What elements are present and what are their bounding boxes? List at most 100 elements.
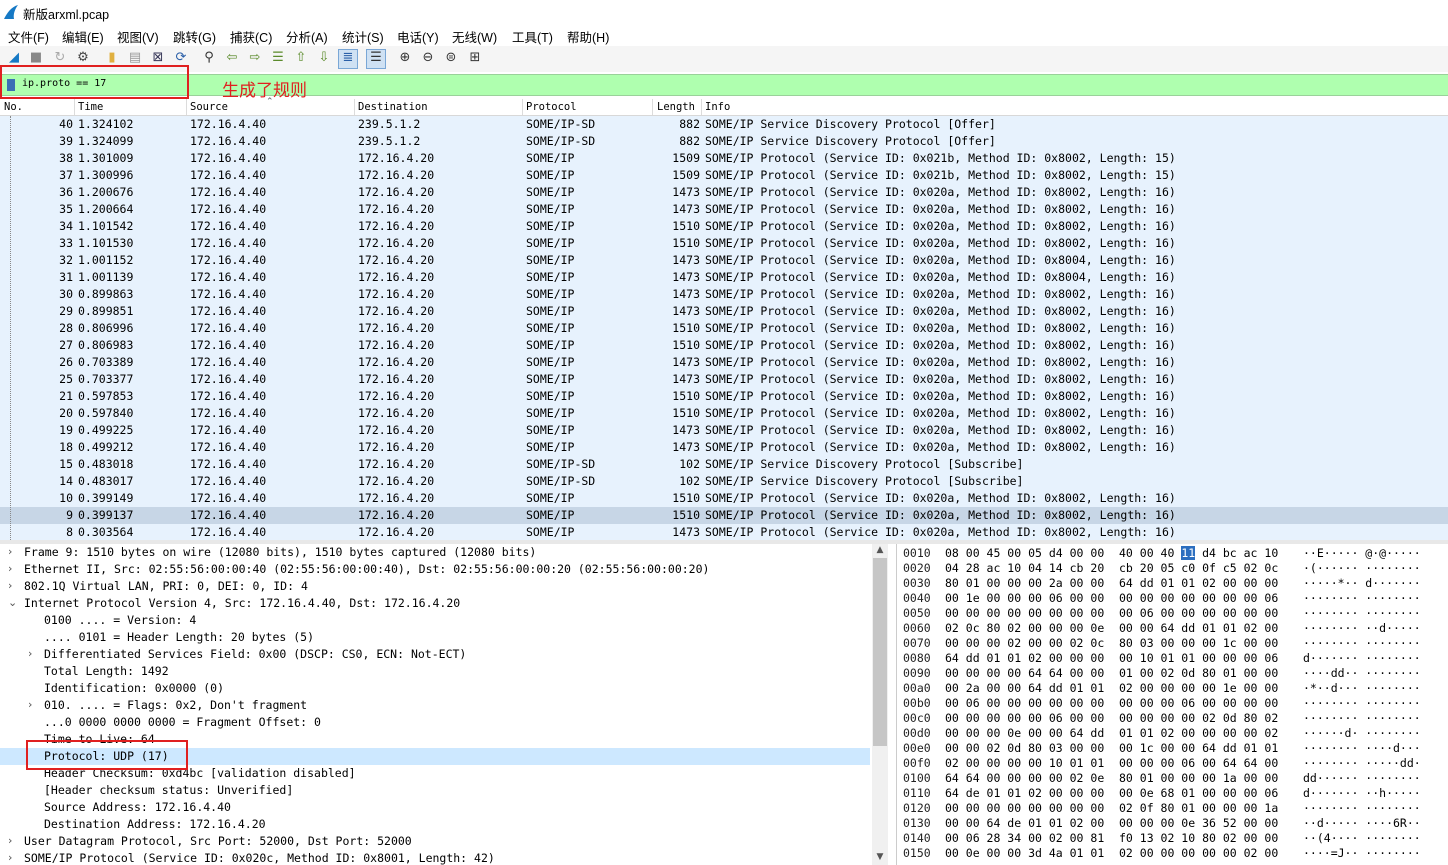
packet-row[interactable]: 15 0.483018 172.16.4.40 172.16.4.20 SOME/IP-… — [0, 456, 1448, 473]
packet-row[interactable]: 21 0.597853 172.16.4.40 172.16.4.20 SOME/IP 1… — [0, 388, 1448, 405]
packet-row[interactable]: 38 1.301009 172.16.4.40 172.16.4.20 SOME/IP 1… — [0, 150, 1448, 167]
details-scrollbar-thumb[interactable] — [873, 558, 887, 746]
packet-row[interactable]: 37 1.300996 172.16.4.40 172.16.4.20 SOME/IP 1… — [0, 167, 1448, 184]
detail-row[interactable]: Destination Address: 172.16.4.20 — [0, 816, 870, 833]
detail-row[interactable]: › Ethernet II, Src: 02:55:56:00:00:40 (02… — [0, 561, 870, 578]
scroll-down-icon[interactable]: ▼ — [872, 852, 888, 864]
collapsed-chevron-icon[interactable]: › — [8, 834, 20, 847]
packet-details-pane[interactable]: › Frame 9: 1510 bytes on wire (12080 bits… — [0, 544, 870, 865]
reload-file-icon[interactable]: ⟳ — [173, 50, 189, 66]
menu-analyze[interactable]: 分析(A) — [286, 27, 328, 46]
detail-row[interactable]: Identification: 0x0000 (0) — [0, 680, 870, 697]
detail-row[interactable]: [Header checksum status: Unverified] — [0, 782, 870, 799]
hex-row[interactable]: 0070 00 00 00 02 00 00 02 0c 80 03 00 00 0… — [897, 636, 1448, 651]
hex-row[interactable]: 00a0 00 2a 00 00 64 dd 01 01 02 00 00 00 0… — [897, 681, 1448, 696]
hex-row[interactable]: 0050 00 00 00 00 00 00 00 00 00 06 00 00 0… — [897, 606, 1448, 621]
collapsed-chevron-icon[interactable]: › — [8, 851, 20, 864]
detail-row[interactable]: › SOME/IP Protocol (Service ID: 0x020c, M… — [0, 850, 870, 865]
go-back-icon[interactable]: ⇦ — [224, 50, 240, 66]
packet-row[interactable]: 40 1.324102 172.16.4.40 239.5.1.2 SOME/IP-SD… — [0, 116, 1448, 133]
packet-row[interactable]: 25 0.703377 172.16.4.40 172.16.4.20 SOME/IP 1… — [0, 371, 1448, 388]
detail-row[interactable]: Total Length: 1492 — [0, 663, 870, 680]
packet-list[interactable]: 40 1.324102 172.16.4.40 239.5.1.2 SOME/IP-SD… — [0, 116, 1448, 540]
detail-row[interactable]: › User Datagram Protocol, Src Port: 52000… — [0, 833, 870, 850]
collapsed-chevron-icon[interactable]: › — [8, 579, 20, 592]
collapsed-chevron-icon[interactable]: › — [8, 562, 20, 575]
detail-row[interactable]: 0100 .... = Version: 4 — [0, 612, 870, 629]
column-time[interactable]: Time — [78, 101, 103, 113]
menu-help[interactable]: 帮助(H) — [567, 27, 609, 46]
column-no[interactable]: No. — [4, 101, 23, 113]
restart-capture-icon[interactable]: ↻ — [52, 50, 68, 66]
detail-row[interactable]: Source Address: 172.16.4.40 — [0, 799, 870, 816]
save-file-icon[interactable]: ▤ — [127, 50, 143, 66]
packet-row[interactable]: 9 0.399137 172.16.4.40 172.16.4.20 SOME/IP 15… — [0, 507, 1448, 524]
capture-options-icon[interactable]: ⚙ — [75, 50, 91, 66]
detail-row[interactable]: ...0 0000 0000 0000 = Fragment Offset: 0 — [0, 714, 870, 731]
menu-capture[interactable]: 捕获(C) — [230, 27, 272, 46]
detail-row[interactable]: .... 0101 = Header Length: 20 bytes (5) — [0, 629, 870, 646]
hex-row[interactable]: 0090 00 00 00 00 64 64 00 00 01 00 02 0d 8… — [897, 666, 1448, 681]
display-filter-bar[interactable]: ip.proto == 17 — [0, 74, 1448, 96]
packet-row[interactable]: 34 1.101542 172.16.4.40 172.16.4.20 SOME/IP 1… — [0, 218, 1448, 235]
packet-row[interactable]: 29 0.899851 172.16.4.40 172.16.4.20 SOME/IP 1… — [0, 303, 1448, 320]
packet-row[interactable]: 36 1.200676 172.16.4.40 172.16.4.20 SOME/IP 1… — [0, 184, 1448, 201]
packet-row[interactable]: 26 0.703389 172.16.4.40 172.16.4.20 SOME/IP 1… — [0, 354, 1448, 371]
hex-row[interactable]: 0010 08 00 45 00 05 d4 00 00 40 00 40 11 d… — [897, 546, 1448, 561]
column-protocol[interactable]: Protocol — [526, 101, 577, 113]
hex-row[interactable]: 0080 64 dd 01 01 02 00 00 00 00 10 01 01 0… — [897, 651, 1448, 666]
column-length[interactable]: Length — [657, 101, 695, 113]
menu-telephony[interactable]: 电话(Y) — [397, 27, 439, 46]
hex-row[interactable]: 0100 64 64 00 00 00 00 02 0e 80 01 00 00 0… — [897, 771, 1448, 786]
packet-row[interactable]: 27 0.806983 172.16.4.40 172.16.4.20 SOME/IP 1… — [0, 337, 1448, 354]
detail-row[interactable]: › Frame 9: 1510 bytes on wire (12080 bits… — [0, 544, 870, 561]
column-source[interactable]: Source — [190, 101, 228, 113]
close-file-icon[interactable]: ⊠ — [150, 50, 166, 66]
menu-statistics[interactable]: 统计(S) — [342, 27, 384, 46]
collapsed-chevron-icon[interactable]: › — [28, 647, 40, 660]
hex-row[interactable]: 0020 04 28 ac 10 04 14 cb 20 cb 20 05 c0 0… — [897, 561, 1448, 576]
expanded-chevron-icon[interactable]: ⌄ — [8, 596, 20, 609]
find-packet-icon[interactable]: ⚲ — [201, 50, 217, 66]
zoom-in-icon[interactable]: ⊕ — [397, 50, 413, 66]
hex-row[interactable]: 0130 00 00 64 de 01 01 02 00 00 00 00 0e 3… — [897, 816, 1448, 831]
hex-row[interactable]: 0150 00 0e 00 00 3d 4a 01 01 02 00 00 00 0… — [897, 846, 1448, 861]
packet-row[interactable]: 8 0.303564 172.16.4.40 172.16.4.20 SOME/IP 14… — [0, 524, 1448, 540]
hex-row[interactable]: 00f0 02 00 00 00 00 10 01 01 00 00 00 06 0… — [897, 756, 1448, 771]
packet-row[interactable]: 28 0.806996 172.16.4.40 172.16.4.20 SOME/IP 1… — [0, 320, 1448, 337]
zoom-out-icon[interactable]: ⊖ — [420, 50, 436, 66]
packet-row[interactable]: 35 1.200664 172.16.4.40 172.16.4.20 SOME/IP 1… — [0, 201, 1448, 218]
hex-row[interactable]: 0040 00 1e 00 00 00 06 00 00 00 00 00 00 0… — [897, 591, 1448, 606]
menu-wireless[interactable]: 无线(W) — [452, 27, 497, 46]
packet-row[interactable]: 32 1.001152 172.16.4.40 172.16.4.20 SOME/IP 1… — [0, 252, 1448, 269]
open-file-icon[interactable]: ▮ — [104, 50, 120, 66]
hex-row[interactable]: 00d0 00 00 00 0e 00 00 64 dd 01 01 02 00 0… — [897, 726, 1448, 741]
hex-row[interactable]: 00e0 00 00 02 0d 80 03 00 00 00 1c 00 00 6… — [897, 741, 1448, 756]
collapsed-chevron-icon[interactable]: › — [8, 545, 20, 558]
column-destination[interactable]: Destination — [358, 101, 428, 113]
packet-row[interactable]: 39 1.324099 172.16.4.40 239.5.1.2 SOME/IP-SD… — [0, 133, 1448, 150]
hex-row[interactable]: 0030 80 01 00 00 00 2a 00 00 64 dd 01 01 0… — [897, 576, 1448, 591]
hex-row[interactable]: 0060 02 0c 80 02 00 00 00 0e 00 00 64 dd 0… — [897, 621, 1448, 636]
packet-row[interactable]: 19 0.499225 172.16.4.40 172.16.4.20 SOME/IP 1… — [0, 422, 1448, 439]
column-info[interactable]: Info — [705, 101, 730, 113]
go-forward-icon[interactable]: ⇨ — [247, 50, 263, 66]
hex-row[interactable]: 00b0 00 06 00 00 00 00 00 00 00 00 00 06 0… — [897, 696, 1448, 711]
detail-row[interactable]: › 802.1Q Virtual LAN, PRI: 0, DEI: 0, ID:… — [0, 578, 870, 595]
packet-row[interactable]: 14 0.483017 172.16.4.40 172.16.4.20 SOME/IP-… — [0, 473, 1448, 490]
detail-row[interactable]: › 010. .... = Flags: 0x2, Don't fragment — [0, 697, 870, 714]
packet-row[interactable]: 10 0.399149 172.16.4.40 172.16.4.20 SOME/IP 1… — [0, 490, 1448, 507]
menu-view[interactable]: 视图(V) — [117, 27, 159, 46]
last-packet-icon[interactable]: ⇩ — [316, 50, 332, 66]
packet-row[interactable]: 30 0.899863 172.16.4.40 172.16.4.20 SOME/IP 1… — [0, 286, 1448, 303]
menu-tools[interactable]: 工具(T) — [512, 27, 553, 46]
colorize-icon[interactable]: ☰ — [366, 49, 386, 69]
packet-row[interactable]: 33 1.101530 172.16.4.40 172.16.4.20 SOME/IP 1… — [0, 235, 1448, 252]
start-capture-icon[interactable]: ◢ — [6, 50, 22, 66]
packet-row[interactable]: 20 0.597840 172.16.4.40 172.16.4.20 SOME/IP 1… — [0, 405, 1448, 422]
detail-row[interactable]: › Differentiated Services Field: 0x00 (DS… — [0, 646, 870, 663]
packet-bytes-pane[interactable]: 0010 08 00 45 00 05 d4 00 00 40 00 40 11 d… — [896, 544, 1448, 865]
first-packet-icon[interactable]: ⇧ — [293, 50, 309, 66]
go-to-packet-icon[interactable]: ☰ — [270, 50, 286, 66]
autoscroll-icon[interactable]: ≣ — [338, 49, 358, 69]
